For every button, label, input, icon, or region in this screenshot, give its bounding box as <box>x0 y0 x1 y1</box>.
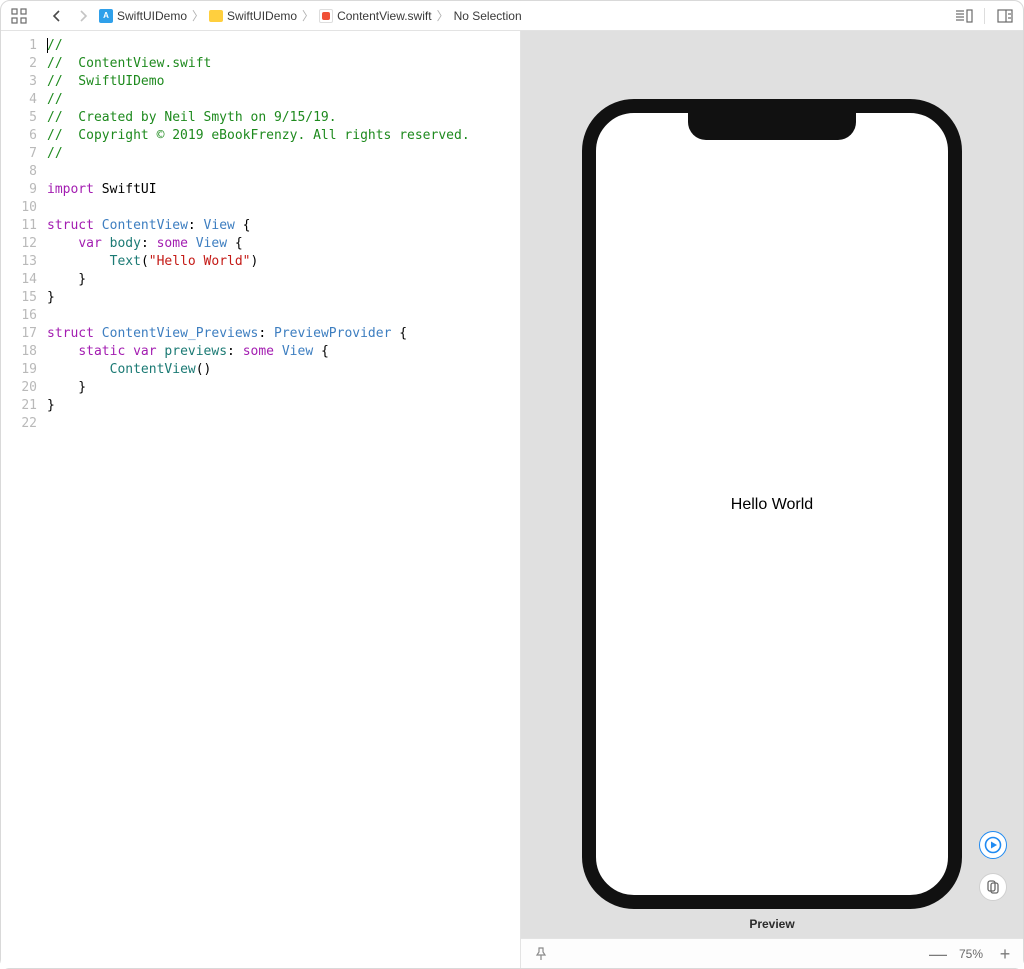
device-notch <box>688 112 856 140</box>
breadcrumb-project: SwiftUIDemo <box>117 9 187 23</box>
line-number: 12 <box>1 235 37 253</box>
text-cursor <box>47 38 48 53</box>
minimap-toggle-icon[interactable] <box>954 6 974 26</box>
code-editor[interactable]: 12345678910111213141516171819202122 ////… <box>1 31 520 433</box>
code-line[interactable]: // SwiftUIDemo <box>47 73 520 91</box>
code-line[interactable]: struct ContentView: View { <box>47 217 520 235</box>
code-line[interactable] <box>47 199 520 217</box>
code-line[interactable]: } <box>47 379 520 397</box>
code-line[interactable]: static var previews: some View { <box>47 343 520 361</box>
project-icon: A <box>99 9 113 23</box>
code-line[interactable] <box>47 415 520 433</box>
line-number: 11 <box>1 217 37 235</box>
code-line[interactable]: // Created by Neil Smyth on 9/15/19. <box>47 109 520 127</box>
line-number: 4 <box>1 91 37 109</box>
code-line[interactable]: var body: some View { <box>47 235 520 253</box>
line-number: 5 <box>1 109 37 127</box>
line-number: 7 <box>1 145 37 163</box>
line-number: 9 <box>1 181 37 199</box>
device-frame[interactable]: Hello World <box>582 99 962 909</box>
code-line[interactable]: // <box>47 145 520 163</box>
breadcrumb-file: ContentView.swift <box>337 9 432 23</box>
code-line[interactable]: } <box>47 271 520 289</box>
preview-bottom-bar: — 75% + <box>521 938 1023 968</box>
line-gutter: 12345678910111213141516171819202122 <box>1 37 47 433</box>
toolbar-divider <box>984 8 985 24</box>
live-preview-play-button[interactable] <box>979 831 1007 859</box>
line-number: 3 <box>1 73 37 91</box>
code-line[interactable]: // Copyright © 2019 eBookFrenzy. All rig… <box>47 127 520 145</box>
line-number: 16 <box>1 307 37 325</box>
code-line[interactable] <box>47 163 520 181</box>
preview-label[interactable]: Preview <box>521 917 1023 931</box>
line-number: 1 <box>1 37 37 55</box>
chevron-right-icon: 〉 <box>191 7 205 24</box>
code-content[interactable]: //// ContentView.swift// SwiftUIDemo////… <box>47 37 520 433</box>
code-line[interactable]: Text("Hello World") <box>47 253 520 271</box>
preview-pane: Hello World Preview <box>521 31 1023 968</box>
code-line[interactable]: // ContentView.swift <box>47 55 520 73</box>
line-number: 21 <box>1 397 37 415</box>
zoom-out-button[interactable]: — <box>929 945 945 963</box>
zoom-level[interactable]: 75% <box>959 947 983 961</box>
code-editor-pane: 12345678910111213141516171819202122 ////… <box>1 31 521 968</box>
code-line[interactable]: // <box>47 37 520 55</box>
preview-variants-button[interactable] <box>979 873 1007 901</box>
breadcrumb-selection: No Selection <box>454 9 522 23</box>
breadcrumb[interactable]: A SwiftUIDemo 〉 SwiftUIDemo 〉 ContentVie… <box>99 7 948 24</box>
preview-canvas[interactable]: Hello World Preview <box>521 31 1023 938</box>
code-line[interactable]: struct ContentView_Previews: PreviewProv… <box>47 325 520 343</box>
code-line[interactable]: import SwiftUI <box>47 181 520 199</box>
breadcrumb-folder: SwiftUIDemo <box>227 9 297 23</box>
zoom-in-button[interactable]: + <box>997 945 1013 963</box>
code-line[interactable]: } <box>47 289 520 307</box>
top-toolbar: A SwiftUIDemo 〉 SwiftUIDemo 〉 ContentVie… <box>1 1 1023 31</box>
nav-forward-button[interactable] <box>73 6 93 26</box>
nav-back-button[interactable] <box>47 6 67 26</box>
folder-icon <box>209 10 223 22</box>
line-number: 2 <box>1 55 37 73</box>
chevron-right-icon: 〉 <box>301 7 315 24</box>
line-number: 17 <box>1 325 37 343</box>
chevron-right-icon: 〉 <box>436 7 450 24</box>
line-number: 6 <box>1 127 37 145</box>
preview-content-text: Hello World <box>596 496 948 514</box>
code-line[interactable]: // <box>47 91 520 109</box>
line-number: 10 <box>1 199 37 217</box>
line-number: 13 <box>1 253 37 271</box>
code-line[interactable]: } <box>47 397 520 415</box>
line-number: 19 <box>1 361 37 379</box>
code-line[interactable] <box>47 307 520 325</box>
line-number: 22 <box>1 415 37 433</box>
line-number: 20 <box>1 379 37 397</box>
line-number: 14 <box>1 271 37 289</box>
main-split: 12345678910111213141516171819202122 ////… <box>1 31 1023 968</box>
pin-preview-button[interactable] <box>531 944 551 964</box>
related-items-icon[interactable] <box>9 6 29 26</box>
swift-file-icon <box>319 9 333 23</box>
code-line[interactable]: ContentView() <box>47 361 520 379</box>
line-number: 8 <box>1 163 37 181</box>
adjust-editor-options-icon[interactable] <box>995 6 1015 26</box>
line-number: 18 <box>1 343 37 361</box>
line-number: 15 <box>1 289 37 307</box>
